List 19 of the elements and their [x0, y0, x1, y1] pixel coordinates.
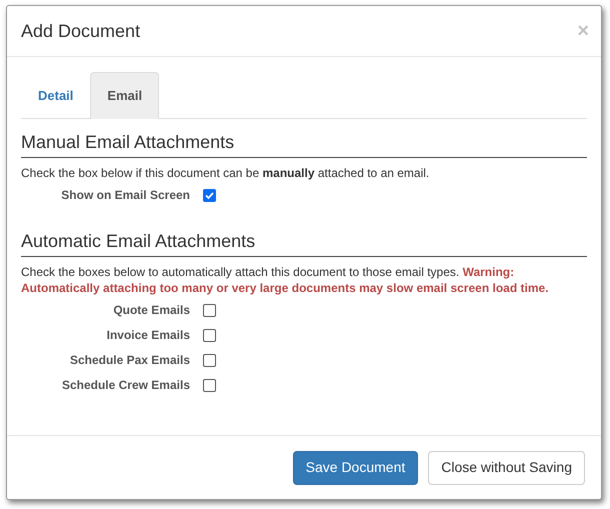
tab[interactable]: Email — [90, 72, 160, 119]
section-heading: Manual Email Attachments — [21, 131, 587, 158]
checkbox-label: Quote Emails — [112, 302, 190, 319]
checkbox-label: Schedule Crew Emails — [60, 377, 190, 394]
close-without-saving-button[interactable]: Close without Saving — [428, 450, 585, 484]
dialog-title: Add Document — [21, 20, 140, 42]
section-heading: Automatic Email Attachments — [21, 230, 587, 257]
checkbox[interactable] — [203, 378, 216, 392]
checkbox[interactable] — [203, 354, 216, 366]
checkbox[interactable] — [203, 188, 216, 202]
checkbox-label: Invoice Emails — [106, 327, 190, 344]
checkbox[interactable] — [203, 304, 216, 316]
checkbox[interactable] — [203, 328, 216, 342]
section-description: Check the box below if this document can be manually attached to an email. — [21, 165, 430, 181]
checkbox-label: Show on Email Screen — [60, 187, 190, 204]
tab[interactable]: Detail — [21, 72, 90, 119]
save-button[interactable]: Save Document — [292, 450, 418, 484]
checkbox-label: Schedule Pax Emails — [68, 352, 190, 369]
section-description: Check the boxes below to automatically attach this document to those email types. Warning: Automatically attaching too many or very large documents may slow email screen load time. — [21, 264, 550, 296]
